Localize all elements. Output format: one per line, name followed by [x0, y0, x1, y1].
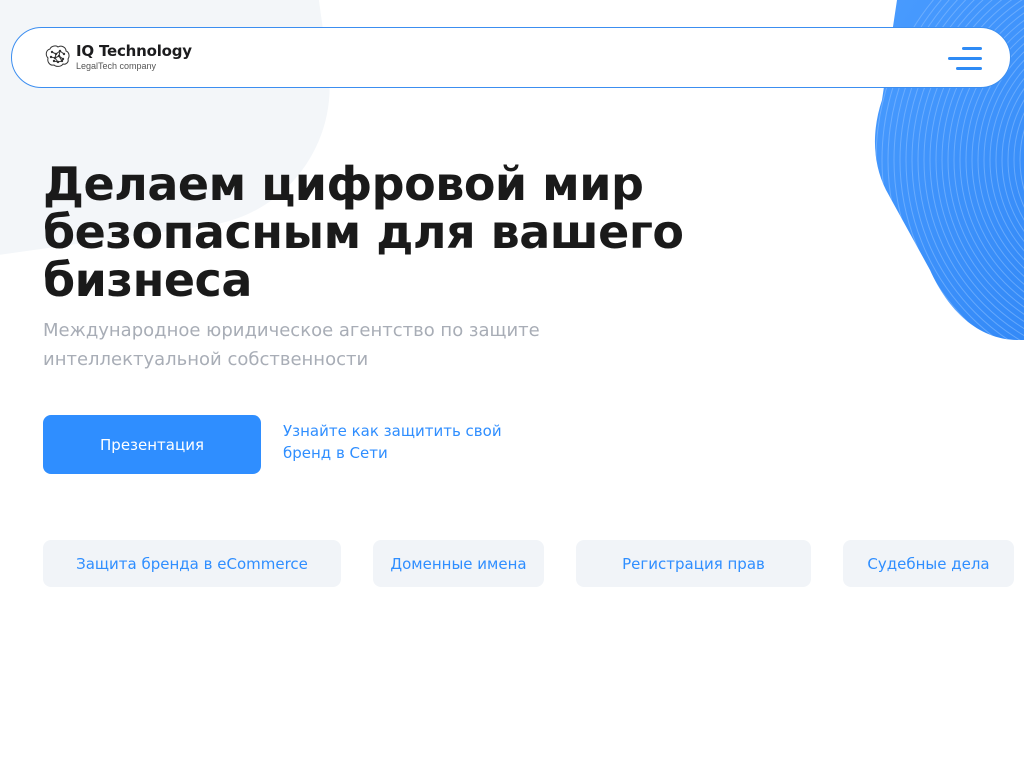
hamburger-menu-button[interactable]	[948, 46, 982, 72]
hero-title: Делаем цифровой мир безопасным для вашег…	[43, 157, 684, 307]
hamburger-menu-icon	[962, 47, 982, 50]
hero-subtitle: Международное юридическое агентство по з…	[43, 320, 540, 370]
service-chip-registration[interactable]: Регистрация прав	[576, 540, 811, 587]
protect-brand-link[interactable]: Узнайте как защитить свой бренд в Сети	[283, 420, 503, 464]
presentation-button[interactable]: Презентация	[43, 415, 261, 474]
menu-line-middle	[948, 57, 982, 60]
brand-logo[interactable]: IQ Technology LegalTech company	[42, 42, 192, 72]
brand-tagline: LegalTech company	[76, 60, 157, 71]
header-bar: IQ Technology LegalTech company	[11, 27, 1011, 88]
service-chip-litigation[interactable]: Судебные дела	[843, 540, 1014, 587]
brand-name: IQ Technology	[76, 41, 192, 60]
landing-page: IQ Technology LegalTech company Делаем ц…	[0, 0, 1024, 768]
service-chip-ecommerce[interactable]: Защита бренда в eCommerce	[43, 540, 341, 587]
service-chip-domains[interactable]: Доменные имена	[373, 540, 544, 587]
menu-line-bottom	[956, 67, 982, 70]
brain-icon	[45, 45, 70, 67]
brand-text: IQ Technology LegalTech company	[76, 41, 192, 71]
